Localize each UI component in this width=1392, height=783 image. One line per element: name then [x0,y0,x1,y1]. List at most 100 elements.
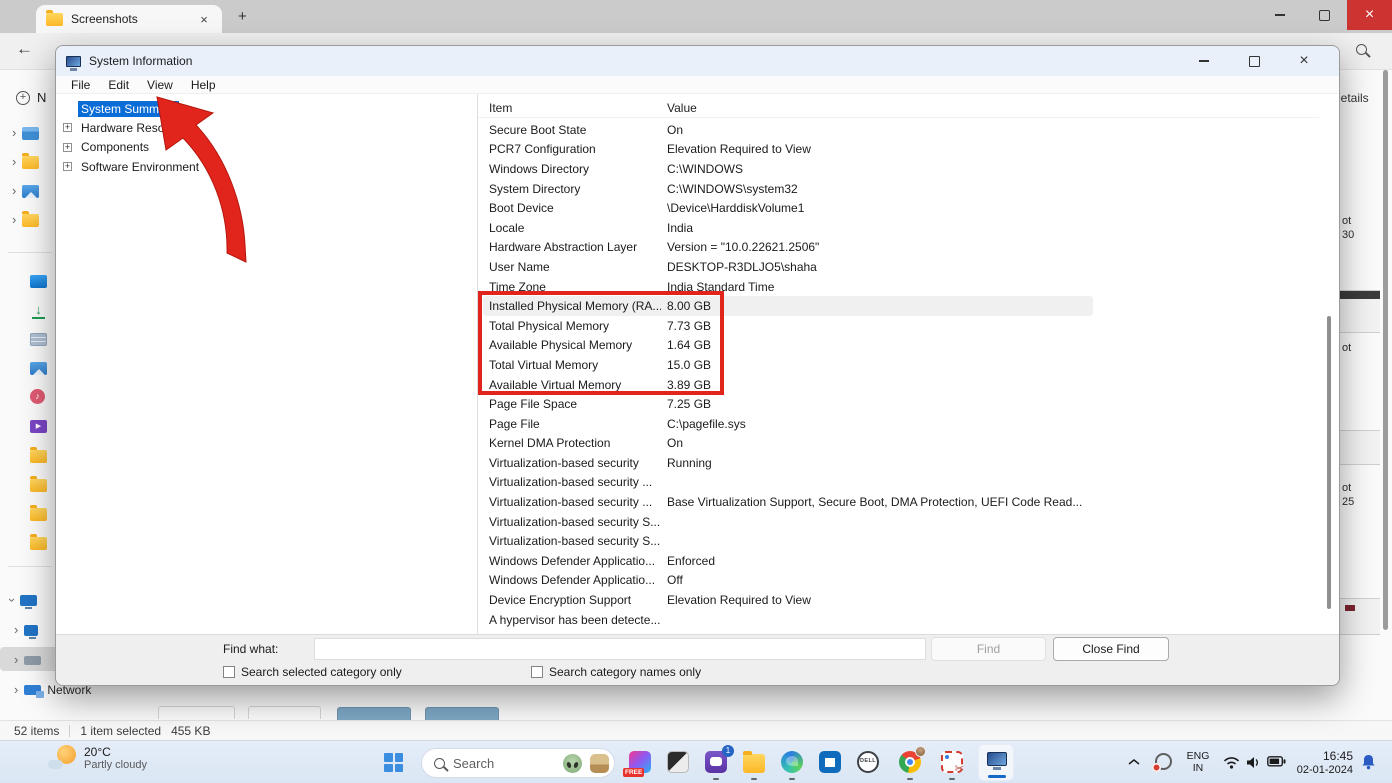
taskbar-icon-file-explorer[interactable] [742,750,766,774]
window-minimize-button[interactable] [1258,0,1302,30]
detail-row[interactable]: Hardware Abstraction Layer Version = "10… [483,238,1093,258]
taskbar-icon-chat[interactable]: 1 [704,750,728,774]
detail-row[interactable]: Locale India [483,218,1093,238]
detail-row[interactable]: Windows Defender Applicatio... Off [483,571,1093,591]
sidebar-pinned-item[interactable]: › [12,124,39,142]
language-indicator[interactable]: ENG IN [1185,750,1211,774]
detail-row[interactable]: PCR7 Configuration Elevation Required to… [483,140,1093,160]
expand-plus-icon[interactable] [63,162,72,171]
sidebar-item-desktop[interactable] [30,272,47,290]
start-button[interactable] [384,753,403,772]
chevron-right-icon[interactable]: › [12,128,16,138]
wifi-icon[interactable] [1223,756,1240,769]
sidebar-item-downloads[interactable]: ↓ [30,301,47,319]
window-close-button[interactable] [1347,0,1392,30]
search-selected-category-checkbox[interactable]: Search selected category only [223,665,402,679]
maximize-button[interactable] [1233,47,1275,75]
detail-row[interactable]: Boot Device \Device\HarddiskVolume1 [483,198,1093,218]
tray-overflow-chevron-icon[interactable] [1128,758,1140,766]
sidebar-drive-item[interactable]: › [14,651,41,669]
tab-close-icon[interactable]: × [196,12,212,27]
checkbox-icon[interactable] [531,666,543,678]
scrollbar-thumb[interactable] [1327,316,1331,609]
new-button[interactable]: + N [16,90,46,105]
sidebar-folder-item[interactable] [30,476,47,494]
sidebar-folder-item[interactable] [30,447,47,465]
taskbar-icon-edge[interactable] [780,750,804,774]
menu-edit[interactable]: Edit [99,78,138,92]
search-icon[interactable] [1356,44,1367,55]
volume-icon[interactable] [1246,756,1260,769]
sync-status-icon[interactable] [1155,753,1172,770]
sidebar-item-this-pc[interactable]: › [10,591,37,609]
sidebar-item-music[interactable]: ♪ [30,387,45,405]
weather-widget[interactable]: 20°C Partly cloudy [48,745,147,771]
explorer-scrollbar[interactable] [1383,70,1388,630]
taskbar-icon-store[interactable] [818,750,842,774]
file-thumbnail[interactable] [337,707,411,720]
detail-row[interactable]: Secure Boot State On [483,120,1093,140]
expand-plus-icon[interactable] [63,123,72,132]
tab-screenshots[interactable]: Screenshots × [36,5,222,33]
clock[interactable]: 16:45 02-01-2024 [1296,749,1353,777]
sidebar-pinned-item[interactable]: › [12,182,39,200]
close-find-button[interactable]: Close Find [1053,637,1169,661]
sidebar-item-documents[interactable] [30,330,47,348]
detail-row[interactable]: Virtualization-based security Running [483,453,1093,473]
taskbar-icon-snipping-tool[interactable] [940,750,964,774]
detail-row[interactable]: Windows Defender Applicatio... Enforced [483,551,1093,571]
sidebar-item-pictures[interactable] [30,359,47,377]
detail-row[interactable]: Page File Space 7.25 GB [483,394,1093,414]
window-restore-button[interactable] [1302,0,1346,30]
chevron-right-icon[interactable]: › [14,625,18,635]
find-button[interactable]: Find [931,637,1046,661]
find-input[interactable] [314,638,926,660]
sidebar-item-videos[interactable]: ▶ [30,417,47,435]
tree-item[interactable]: Components [56,138,477,157]
tree-item[interactable]: Software Environment [56,157,477,176]
taskbar-icon-photos[interactable] [666,750,690,774]
detail-row[interactable]: Virtualization-based security ... [483,473,1093,493]
checkbox-icon[interactable] [223,666,235,678]
notification-bell-icon[interactable] [1361,754,1376,770]
column-header-item[interactable]: Item [489,101,512,115]
detail-row[interactable]: User Name DESKTOP-R3DLJO5\shaha [483,257,1093,277]
list-scrollbar[interactable] [1326,94,1332,634]
sysinfo-title-bar[interactable]: System Information [56,46,1339,76]
taskbar-icon-system-information-active[interactable] [978,744,1014,781]
file-thumbnail[interactable] [248,706,321,719]
taskbar-icon-dell[interactable]: DELL [856,750,880,774]
chevron-right-icon[interactable]: › [12,215,16,225]
file-thumbnail[interactable] [1336,290,1380,333]
search-category-names-checkbox[interactable]: Search category names only [531,665,701,679]
detail-row[interactable]: Windows Directory C:\WINDOWS [483,159,1093,179]
column-header-value[interactable]: Value [667,101,697,115]
chevron-right-icon[interactable]: › [14,655,18,665]
file-thumbnail[interactable] [158,706,235,719]
menu-file[interactable]: File [62,78,99,92]
battery-icon[interactable] [1267,756,1286,767]
sidebar-pinned-item[interactable]: › [12,211,39,229]
sidebar-folder-item[interactable] [30,534,47,552]
chevron-right-icon[interactable]: › [12,186,16,196]
chevron-down-icon[interactable]: › [7,598,17,602]
chevron-right-icon[interactable]: › [14,685,18,695]
new-tab-button[interactable]: + [238,8,247,25]
sidebar-folder-item[interactable] [30,505,47,523]
taskbar-search[interactable]: Search [421,748,615,778]
detail-row[interactable]: Page File C:\pagefile.sys [483,414,1093,434]
minimize-button[interactable] [1183,47,1225,75]
expand-plus-icon[interactable] [63,143,72,152]
tree-item[interactable]: Hardware Resources [56,118,477,137]
back-icon[interactable]: ← [16,39,33,59]
sidebar-pinned-item[interactable]: › [12,153,39,171]
detail-row[interactable]: Device Encryption Support Elevation Requ… [483,590,1093,610]
detail-row[interactable]: Virtualization-based security S... [483,531,1093,551]
taskbar-icon-colorful-app[interactable]: FREE [628,750,652,774]
taskbar-icon-chrome[interactable] [898,750,922,774]
detail-row[interactable]: Virtualization-based security S... [483,512,1093,532]
file-thumbnail[interactable] [425,707,499,720]
detail-row[interactable]: Virtualization-based security ... Base V… [483,492,1093,512]
file-thumbnail[interactable] [1336,598,1380,635]
detail-row[interactable]: A hypervisor has been detecte... [483,610,1093,630]
